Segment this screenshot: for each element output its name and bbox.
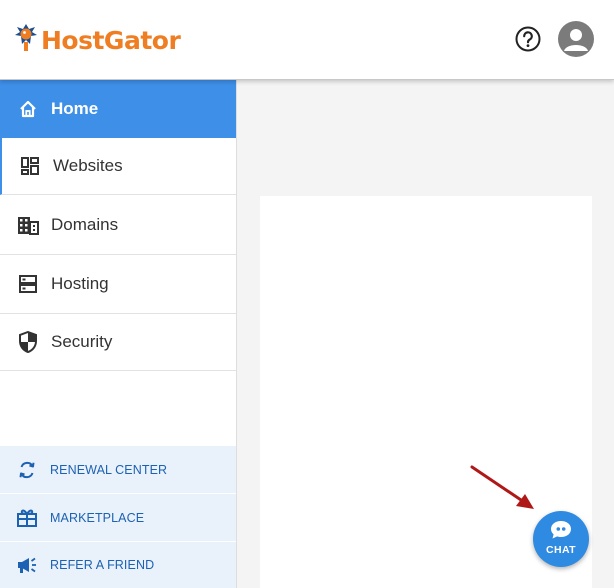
help-button[interactable] xyxy=(514,25,542,53)
sidebar-item-label: Websites xyxy=(53,156,123,175)
top-header: HostGator xyxy=(0,0,614,80)
user-avatar-button[interactable] xyxy=(558,21,594,57)
chat-label: CHAT xyxy=(546,544,576,556)
gator-mascot-icon xyxy=(13,22,39,59)
sidebar-item-hosting[interactable]: Hosting xyxy=(0,255,236,314)
refresh-icon xyxy=(16,459,38,481)
home-icon xyxy=(17,98,39,120)
question-circle-icon xyxy=(515,26,541,52)
sidebar-link-label: REFER A FRIEND xyxy=(50,558,155,572)
building-icon xyxy=(17,214,39,236)
server-icon xyxy=(17,273,39,295)
sidebar: Home Websites Domains Hosting Security R… xyxy=(0,80,237,588)
shield-icon xyxy=(17,331,39,353)
sidebar-item-home[interactable]: Home xyxy=(0,80,236,138)
sidebar-item-label: Home xyxy=(51,99,99,118)
user-avatar-icon xyxy=(564,29,588,51)
sidebar-item-security[interactable]: Security xyxy=(0,314,236,371)
chat-bubble-icon xyxy=(551,521,571,539)
sidebar-link-marketplace[interactable]: MARKETPLACE xyxy=(0,493,236,541)
megaphone-icon xyxy=(16,554,38,576)
sidebar-item-label: Security xyxy=(51,332,113,351)
hostgator-logo[interactable]: HostGator xyxy=(13,22,181,59)
sidebar-item-label: Hosting xyxy=(51,274,109,293)
red-arrow-icon xyxy=(470,465,534,509)
sidebar-link-label: RENEWAL CENTER xyxy=(50,462,168,477)
brand-name: HostGator xyxy=(41,26,181,55)
sidebar-item-domains[interactable]: Domains xyxy=(0,196,236,255)
chat-button[interactable]: CHAT xyxy=(533,511,589,567)
gift-icon xyxy=(16,507,38,529)
sidebar-item-label: Domains xyxy=(51,215,119,234)
sidebar-item-websites[interactable]: Websites xyxy=(0,138,236,195)
sidebar-link-renewal-center[interactable]: RENEWAL CENTER xyxy=(0,445,236,493)
sidebar-link-label: MARKETPLACE xyxy=(50,510,145,525)
sidebar-link-refer-a-friend[interactable]: REFER A FRIEND xyxy=(0,541,236,588)
dashboard-grid-icon xyxy=(19,155,41,177)
